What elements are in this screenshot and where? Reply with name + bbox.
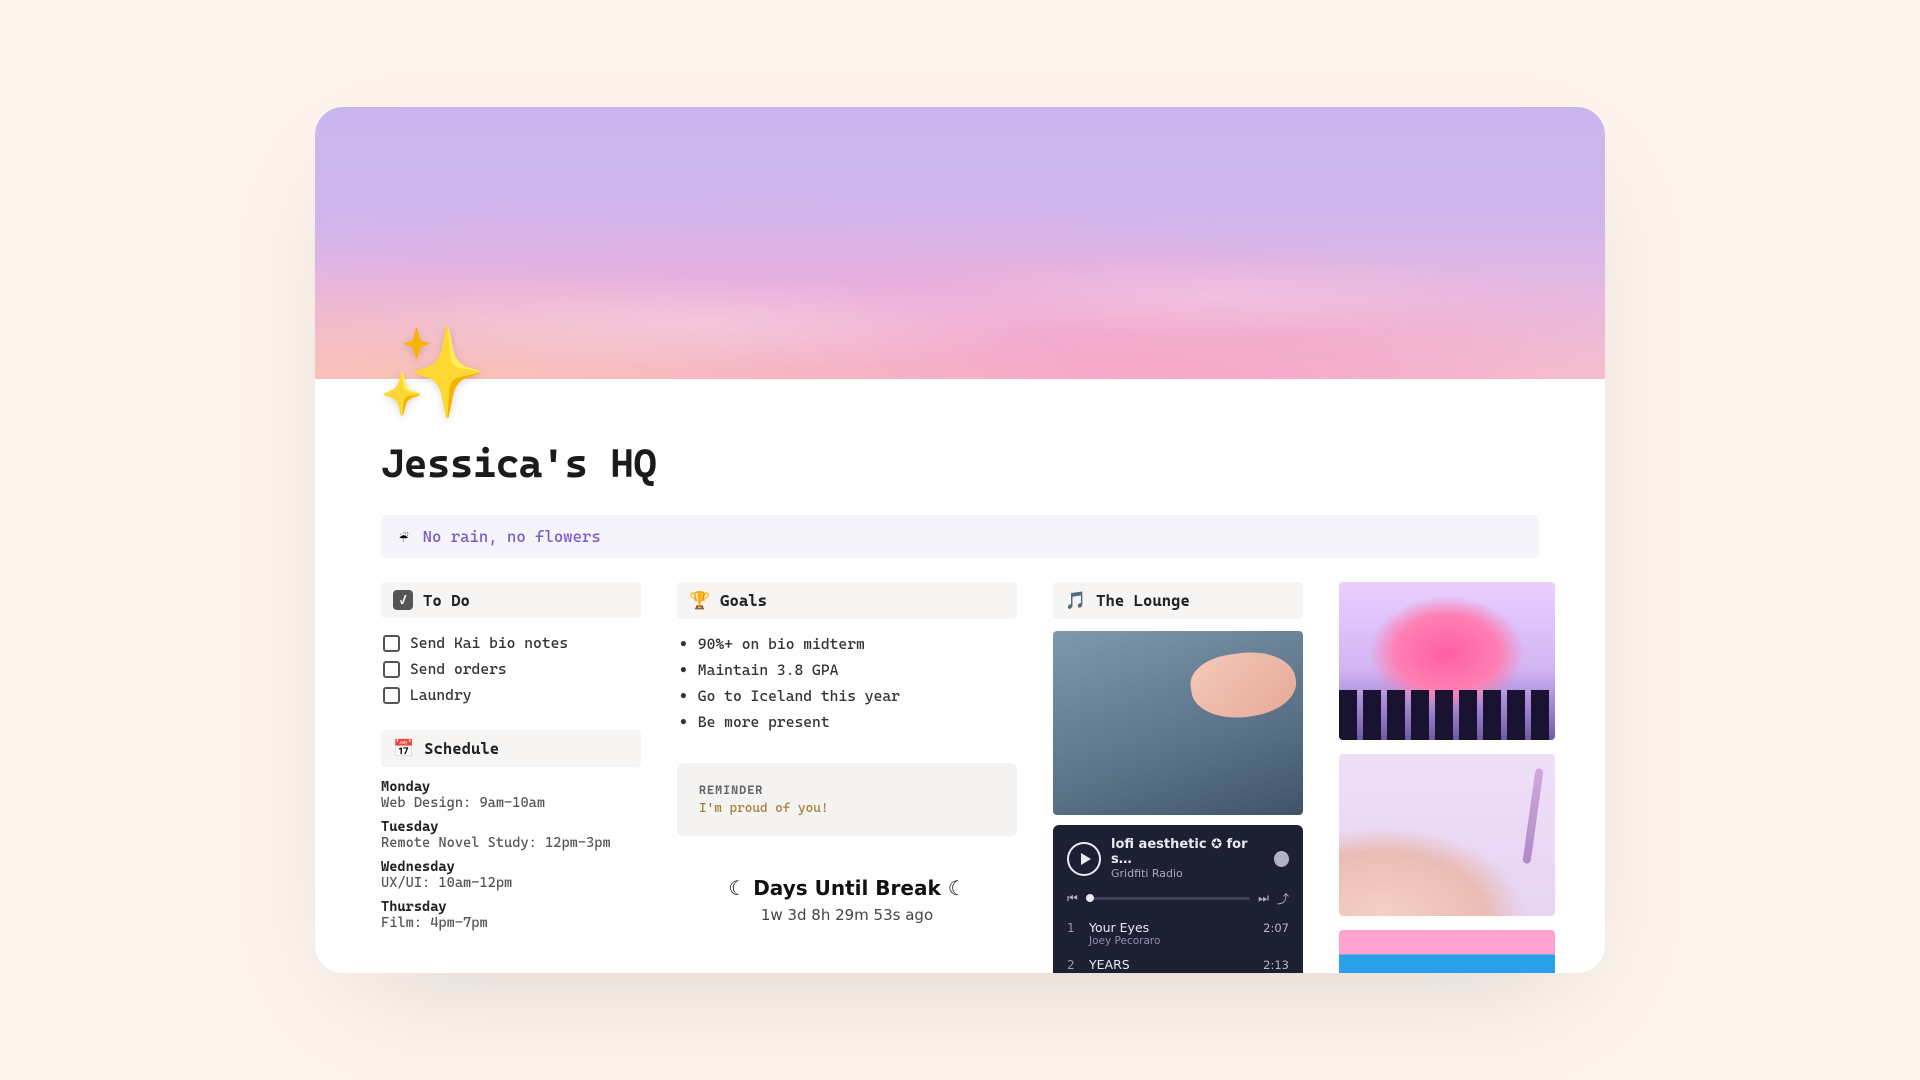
cover-image[interactable] xyxy=(315,107,1605,379)
schedule-day-line: Remote Novel Study: 12pm-3pm xyxy=(381,835,641,851)
goal-item[interactable]: 90%+ on bio midterm xyxy=(677,631,1017,657)
spotify-logo-icon xyxy=(1274,851,1289,867)
schedule-day[interactable]: Monday Web Design: 9am-10am xyxy=(381,779,641,811)
aesthetic-image-sunset[interactable] xyxy=(1339,582,1555,740)
goals-heading[interactable]: 🏆 Goals xyxy=(677,582,1017,619)
aesthetic-image-pool[interactable] xyxy=(1339,930,1555,973)
reminder-body: I'm proud of you! xyxy=(699,801,995,816)
track-number: 1 xyxy=(1067,921,1079,935)
notion-page-window: ✨ Jessica's HQ ☔ No rain, no flowers ✓ T… xyxy=(315,107,1605,973)
page-icon-sparkles[interactable]: ✨ xyxy=(377,329,487,417)
goals-heading-label: Goals xyxy=(720,591,767,610)
checkbox-icon[interactable] xyxy=(383,661,400,678)
countdown-widget[interactable]: ☾ Days Until Break ☾ 1w 3d 8h 29m 53s ag… xyxy=(677,876,1017,924)
track-duration: 2:13 xyxy=(1263,958,1289,972)
track-name: YEARS xyxy=(1089,957,1253,972)
schedule-day-name: Tuesday xyxy=(381,819,641,835)
page-title[interactable]: Jessica's HQ xyxy=(381,441,1539,487)
schedule-heading-label: Schedule xyxy=(424,739,499,758)
schedule-day-line: UX/UI: 10am-12pm xyxy=(381,875,641,891)
prev-track-icon[interactable]: ⏮ xyxy=(1067,891,1078,906)
schedule-day[interactable]: Wednesday UX/UI: 10am-12pm xyxy=(381,859,641,891)
checkbox-icon[interactable] xyxy=(383,635,400,652)
spotify-track-row[interactable]: 1 Your Eyes Joey Pecoraro 2:07 xyxy=(1067,915,1289,952)
todo-item-label: Laundry xyxy=(410,686,472,704)
schedule-day[interactable]: Tuesday Remote Novel Study: 12pm-3pm xyxy=(381,819,641,851)
todo-heading-label: To Do xyxy=(423,591,470,610)
callout-text: No rain, no flowers xyxy=(423,527,601,546)
todo-item[interactable]: Send Kai bio notes xyxy=(381,630,641,656)
trophy-icon: 🏆 xyxy=(689,590,710,611)
lounge-image-cassette[interactable] xyxy=(1053,631,1303,815)
lounge-heading[interactable]: 🎵 The Lounge xyxy=(1053,582,1303,619)
goal-item[interactable]: Maintain 3.8 GPA xyxy=(677,657,1017,683)
quote-callout[interactable]: ☔ No rain, no flowers xyxy=(381,515,1539,558)
schedule-day[interactable]: Thursday Film: 4pm-7pm xyxy=(381,899,641,931)
spotify-embed[interactable]: lofi aesthetic ✪ for s… Gridfiti Radio ⏮… xyxy=(1053,825,1303,973)
lounge-heading-label: The Lounge xyxy=(1096,591,1190,610)
schedule-day-line: Web Design: 9am-10am xyxy=(381,795,641,811)
progress-bar[interactable] xyxy=(1086,897,1250,900)
track-artist: Joey Pecoraro xyxy=(1089,935,1253,947)
next-track-icon[interactable]: ⏭ xyxy=(1258,891,1269,906)
goal-item-label: Be more present xyxy=(698,713,830,731)
goal-item-label: Maintain 3.8 GPA xyxy=(698,661,839,679)
play-button-icon[interactable] xyxy=(1067,842,1101,876)
countdown-value: 1w 3d 8h 29m 53s ago xyxy=(677,906,1017,924)
checkbox-icon[interactable] xyxy=(383,687,400,704)
countdown-title: ☾ Days Until Break ☾ xyxy=(677,876,1017,900)
todo-item[interactable]: Send orders xyxy=(381,656,641,682)
spotify-track-row[interactable]: 2 YEARS Jambo Lacquer 2:13 xyxy=(1067,952,1289,973)
schedule-day-name: Monday xyxy=(381,779,641,795)
schedule-day-name: Wednesday xyxy=(381,859,641,875)
spotify-playlist-owner: Gridfiti Radio xyxy=(1111,867,1264,880)
todo-item-label: Send Kai bio notes xyxy=(410,634,568,652)
goal-item[interactable]: Be more present xyxy=(677,709,1017,735)
track-name: Your Eyes xyxy=(1089,920,1253,935)
todo-heading[interactable]: ✓ To Do xyxy=(381,582,641,618)
spotify-playlist-title: lofi aesthetic ✪ for s… xyxy=(1111,837,1264,867)
goal-item-label: Go to Iceland this year xyxy=(698,687,900,705)
calendar-icon: 📅 xyxy=(393,738,414,759)
reminder-card[interactable]: REMINDER I'm proud of you! xyxy=(677,763,1017,836)
track-number: 2 xyxy=(1067,958,1079,972)
schedule-day-name: Thursday xyxy=(381,899,641,915)
track-duration: 2:07 xyxy=(1263,921,1289,935)
reminder-heading: REMINDER xyxy=(699,783,995,797)
umbrella-icon: ☔ xyxy=(399,527,409,546)
goal-item-label: 90%+ on bio midterm xyxy=(698,635,865,653)
schedule-heading[interactable]: 📅 Schedule xyxy=(381,730,641,767)
schedule-day-line: Film: 4pm-7pm xyxy=(381,915,641,931)
todo-item[interactable]: Laundry xyxy=(381,682,641,708)
music-icon: 🎵 xyxy=(1065,590,1086,611)
aesthetic-image-nails[interactable] xyxy=(1339,754,1555,916)
todo-item-label: Send orders xyxy=(410,660,507,678)
track-artist: Jambo Lacquer xyxy=(1089,972,1253,973)
check-square-icon: ✓ xyxy=(393,590,413,610)
share-icon[interactable]: ⤴ xyxy=(1277,890,1289,907)
goal-item[interactable]: Go to Iceland this year xyxy=(677,683,1017,709)
